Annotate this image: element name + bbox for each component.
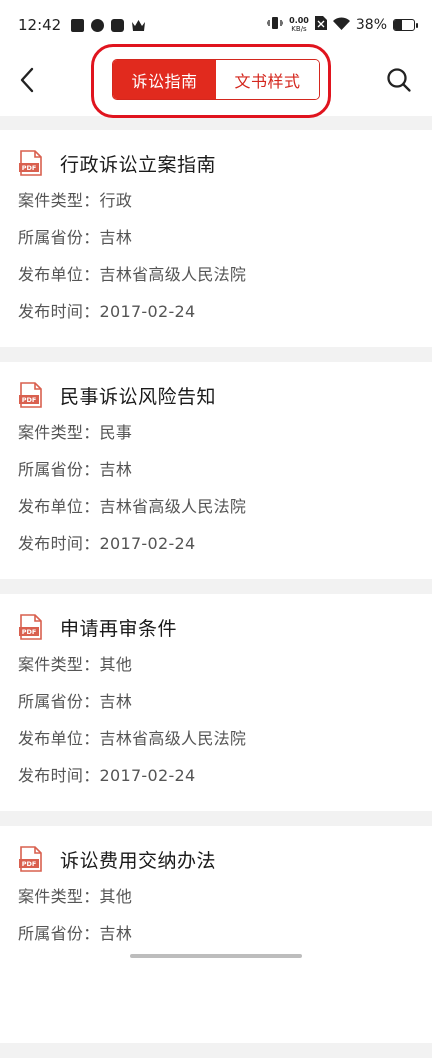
search-button[interactable] xyxy=(384,65,414,95)
back-button[interactable] xyxy=(12,65,42,95)
field-case-type: 案件类型：行政 xyxy=(18,191,432,228)
item-title: 申请再审条件 xyxy=(60,614,177,641)
field-publish-date: 发布时间：2017-02-24 xyxy=(18,766,432,803)
tiktok-notification-icon xyxy=(71,19,84,32)
field-publish-date: 发布时间：2017-02-24 xyxy=(18,302,432,339)
search-icon xyxy=(386,67,412,93)
field-province: 所属省份：吉林 xyxy=(18,460,432,497)
app-notification-icon xyxy=(91,19,104,32)
battery-icon xyxy=(393,19,418,31)
field-publisher: 发布单位：吉林省高级人民法院 xyxy=(18,497,432,534)
tab-switch: 诉讼指南 文书样式 xyxy=(112,59,320,100)
svg-text:PDF: PDF xyxy=(22,860,37,868)
item-title: 民事诉讼风险告知 xyxy=(60,382,216,409)
field-province: 所属省份：吉林 xyxy=(18,228,432,265)
field-publish-date: 发布时间：2017-02-24 xyxy=(18,534,432,571)
battery-percent: 38% xyxy=(356,17,387,33)
network-speed: 0.00 KB/s xyxy=(289,17,309,33)
pdf-file-icon: PDF xyxy=(18,846,44,872)
field-publisher: 发布单位：吉林省高级人民法院 xyxy=(18,265,432,302)
field-case-type: 案件类型：民事 xyxy=(18,423,432,460)
header: 诉讼指南 文书样式 xyxy=(0,50,432,116)
svg-text:PDF: PDF xyxy=(22,628,37,636)
svg-text:PDF: PDF xyxy=(22,164,37,172)
pdf-file-icon: PDF xyxy=(18,150,44,176)
status-time: 12:42 xyxy=(18,16,61,34)
field-province: 所属省份：吉林 xyxy=(18,692,432,729)
home-indicator xyxy=(130,954,302,958)
list-item[interactable]: PDF 民事诉讼风险告知 案件类型：民事 所属省份：吉林 发布单位：吉林省高级人… xyxy=(0,362,432,579)
guide-list: PDF 行政诉讼立案指南 案件类型：行政 所属省份：吉林 发布单位：吉林省高级人… xyxy=(0,130,432,1058)
list-item[interactable]: PDF 申请再审条件 案件类型：其他 所属省份：吉林 发布单位：吉林省高级人民法… xyxy=(0,594,432,811)
mail-notification-icon xyxy=(111,19,124,32)
tab-document-templates[interactable]: 文书样式 xyxy=(216,60,319,99)
chevron-left-icon xyxy=(19,67,35,93)
field-case-type: 案件类型：其他 xyxy=(18,655,432,692)
pdf-file-icon: PDF xyxy=(18,614,44,640)
pdf-file-icon: PDF xyxy=(18,382,44,408)
list-item[interactable]: PDF 行政诉讼立案指南 案件类型：行政 所属省份：吉林 发布单位：吉林省高级人… xyxy=(0,130,432,347)
list-item[interactable]: PDF 诉讼费用交纳办法 案件类型：其他 所属省份：吉林 xyxy=(0,826,432,1043)
no-sim-icon xyxy=(315,16,327,34)
field-publisher: 发布单位：吉林省高级人民法院 xyxy=(18,729,432,766)
item-title: 诉讼费用交纳办法 xyxy=(60,846,216,873)
field-case-type: 案件类型：其他 xyxy=(18,887,432,924)
vibrate-icon xyxy=(267,16,283,34)
tab-litigation-guide[interactable]: 诉讼指南 xyxy=(113,60,216,99)
item-title: 行政诉讼立案指南 xyxy=(60,150,216,177)
crown-notification-icon xyxy=(131,19,146,32)
wifi-icon xyxy=(333,17,350,34)
status-bar: 12:42 0.00 KB/s 38% xyxy=(0,0,432,50)
svg-text:PDF: PDF xyxy=(22,396,37,404)
